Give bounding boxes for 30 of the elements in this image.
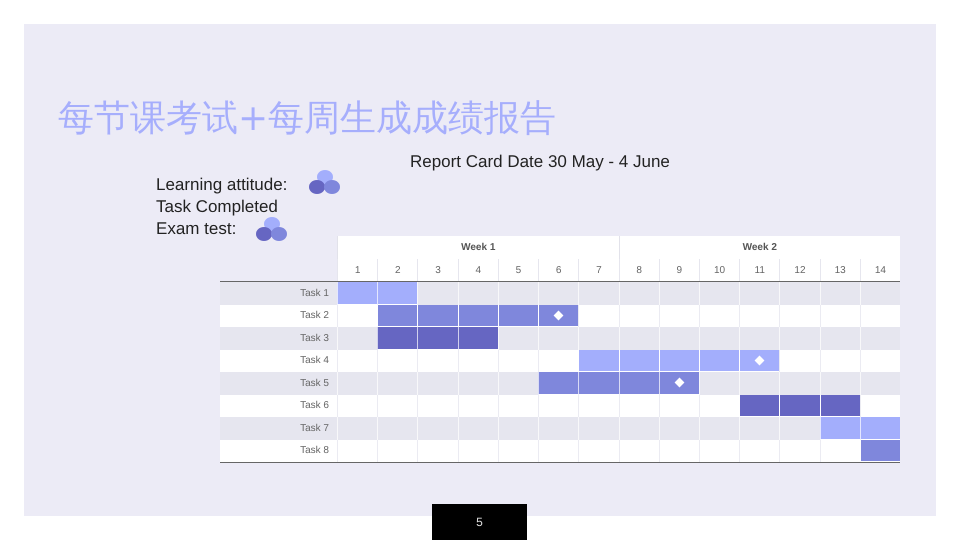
page-number: 5: [432, 504, 527, 540]
day-header: 11: [739, 259, 780, 281]
week-header: Week 2: [618, 236, 900, 259]
day-header: 6: [538, 259, 578, 281]
day-header: 8: [618, 259, 659, 281]
report-date: Report Card Date 30 May - 4 June: [410, 151, 671, 173]
legend-label: Exam test:: [156, 218, 236, 240]
day-header: 1: [337, 259, 378, 281]
task-label: Task 6: [299, 399, 330, 414]
week-header: Week 1: [337, 236, 618, 259]
slide-title: 每节课考试+每周生成成绩报告: [58, 97, 558, 141]
task-label: Task 7: [299, 422, 330, 436]
day-header: 12: [779, 259, 820, 281]
task-label: Task 4: [299, 354, 330, 368]
day-header: 10: [698, 259, 740, 281]
day-header: 7: [578, 259, 618, 281]
legend-label: Learning attitude:: [156, 174, 288, 196]
task-label: Task 8: [299, 444, 330, 458]
day-header: 5: [498, 259, 538, 281]
task-label: Task 5: [299, 376, 330, 391]
day-header: 4: [458, 259, 498, 281]
task-label: Task 2: [299, 309, 330, 324]
day-header: 13: [820, 259, 860, 281]
task-label: Task 3: [299, 332, 330, 346]
day-header: 3: [417, 259, 458, 281]
task-label: Task 1: [299, 286, 330, 301]
day-header: 14: [860, 259, 900, 281]
day-header: 2: [377, 259, 418, 281]
day-header: 9: [658, 259, 699, 281]
legend-label: Task Completed: [156, 196, 278, 218]
